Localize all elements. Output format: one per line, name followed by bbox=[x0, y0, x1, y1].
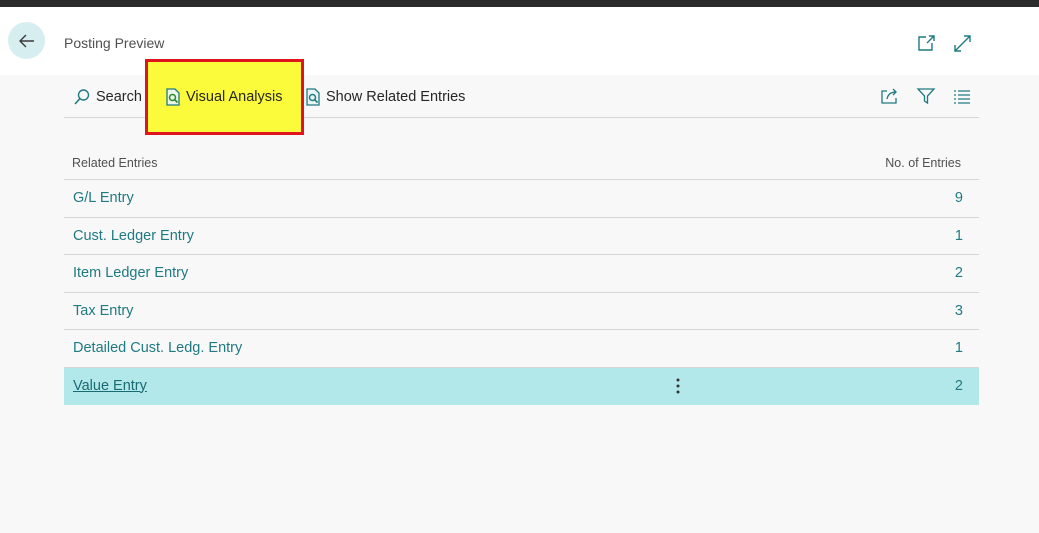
entry-count[interactable]: 1 bbox=[955, 340, 963, 356]
column-header-related-entries: Related Entries bbox=[72, 156, 158, 170]
back-button[interactable] bbox=[8, 22, 45, 59]
page-title: Posting Preview bbox=[64, 35, 165, 51]
entry-name-link[interactable]: Cust. Ledger Entry bbox=[73, 228, 194, 244]
expand-icon bbox=[953, 34, 971, 52]
row-actions-button[interactable] bbox=[670, 376, 686, 396]
entry-count[interactable]: 3 bbox=[955, 303, 963, 319]
entry-count[interactable]: 1 bbox=[955, 228, 963, 244]
filter-button[interactable] bbox=[915, 85, 937, 107]
entry-name-link[interactable]: Value Entry bbox=[73, 378, 147, 394]
entry-name-link[interactable]: Item Ledger Entry bbox=[73, 265, 188, 281]
visual-analysis-label: Visual Analysis bbox=[186, 89, 283, 105]
column-header-no-of-entries: No. of Entries bbox=[885, 156, 961, 170]
document-analysis-icon bbox=[166, 88, 180, 106]
entry-count[interactable]: 9 bbox=[955, 190, 963, 206]
document-search-icon bbox=[306, 88, 320, 106]
list-view-icon bbox=[954, 90, 970, 104]
list-row-selected[interactable]: Value Entry 2 bbox=[64, 367, 979, 405]
entry-name-link[interactable]: Detailed Cust. Ledg. Entry bbox=[73, 340, 242, 356]
search-icon bbox=[74, 89, 90, 105]
visual-analysis-button[interactable]: Visual Analysis bbox=[165, 87, 282, 107]
filter-icon bbox=[916, 88, 936, 105]
list-row[interactable]: Detailed Cust. Ledg. Entry 1 bbox=[64, 330, 979, 368]
list-row[interactable]: G/L Entry 9 bbox=[64, 180, 979, 218]
show-related-entries-button[interactable]: Show Related Entries bbox=[305, 87, 465, 107]
back-arrow-icon bbox=[18, 34, 34, 47]
list-row[interactable]: Item Ledger Entry 2 bbox=[64, 255, 979, 293]
entry-count[interactable]: 2 bbox=[955, 378, 963, 394]
expand-button[interactable] bbox=[952, 33, 972, 53]
top-bar bbox=[0, 0, 1039, 7]
search-label: Search bbox=[96, 89, 142, 105]
list-row[interactable]: Tax Entry 3 bbox=[64, 293, 979, 330]
show-related-entries-label: Show Related Entries bbox=[326, 89, 466, 105]
share-icon bbox=[881, 88, 897, 104]
entry-name-link[interactable]: G/L Entry bbox=[73, 190, 134, 206]
more-options-icon bbox=[676, 378, 680, 393]
entry-count[interactable]: 2 bbox=[955, 265, 963, 281]
list-view-button[interactable] bbox=[951, 85, 973, 107]
related-entries-list: Related Entries No. of Entries G/L Entry… bbox=[64, 149, 979, 405]
share-button[interactable] bbox=[879, 85, 901, 107]
entry-name-link[interactable]: Tax Entry bbox=[73, 303, 133, 319]
open-new-window-icon bbox=[917, 34, 935, 51]
open-new-window-button[interactable] bbox=[916, 33, 936, 53]
list-row[interactable]: Cust. Ledger Entry 1 bbox=[64, 218, 979, 255]
list-header: Related Entries No. of Entries bbox=[64, 149, 979, 180]
search-button[interactable]: Search bbox=[73, 87, 142, 107]
